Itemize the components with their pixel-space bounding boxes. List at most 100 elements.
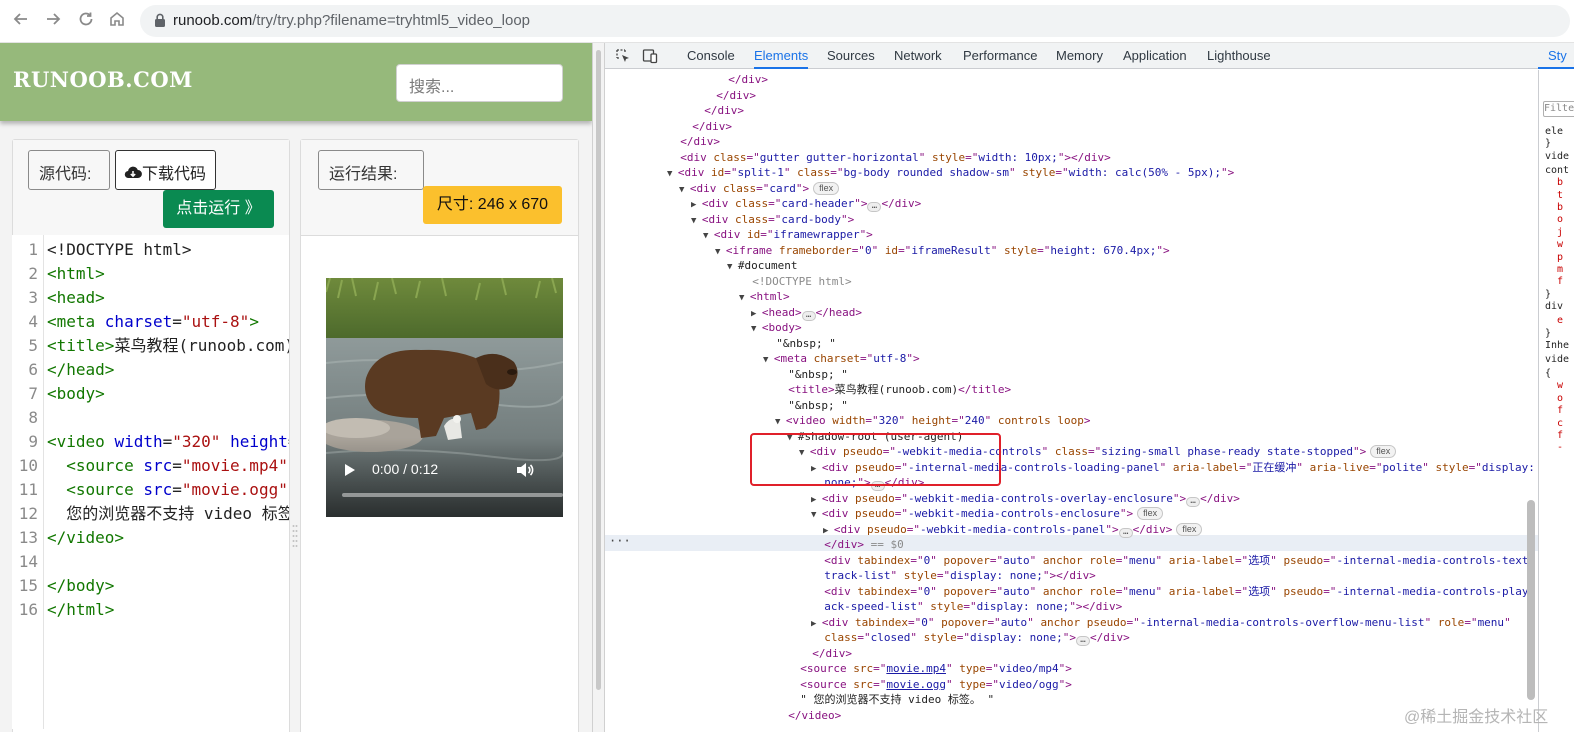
tab-network[interactable]: Network — [894, 43, 942, 69]
more-options-icon[interactable]: ··· — [609, 535, 631, 551]
dom-node-line[interactable]: <div tabindex="0" popover="auto" anchor … — [811, 584, 1535, 600]
dom-node-line[interactable]: ▼ <html> — [739, 289, 790, 305]
expand-triangle-icon[interactable]: ▶ — [811, 495, 822, 505]
collapse-triangle-icon[interactable]: ▼ — [691, 216, 702, 226]
dom-node-line[interactable]: ▼ <meta charset="utf-8"> — [763, 351, 920, 367]
collapse-triangle-icon[interactable]: ▼ — [739, 293, 750, 303]
tab-memory[interactable]: Memory — [1056, 43, 1103, 69]
collapse-triangle-icon[interactable]: ▼ — [727, 262, 738, 272]
site-logo[interactable]: RUNOOB.COM — [13, 67, 193, 92]
reload-icon[interactable] — [75, 10, 97, 32]
dom-node-line[interactable]: class="closed" style="display: none;">… <… — [811, 630, 1130, 646]
dom-node-line[interactable]: ▼ <div class="card"> flex — [679, 181, 840, 197]
collapsed-content-icon[interactable]: … — [1118, 527, 1133, 538]
dom-node-line[interactable]: ▶ <div pseudo="-webkit-media-controls-ov… — [811, 491, 1240, 507]
dom-node-line[interactable]: " 您的浏览器不支持 video 标签。 " — [787, 692, 994, 708]
collapsed-content-icon[interactable]: … — [867, 202, 882, 212]
progress-track[interactable] — [342, 493, 563, 497]
dom-node-line[interactable]: ▼ <video width="320" height="240" contro… — [775, 413, 1091, 429]
elements-tree[interactable]: ··· </div> </div> </div> </div> </div> <… — [605, 70, 1538, 732]
line-number: 10 — [18, 456, 38, 475]
elements-scrollbar[interactable] — [1527, 500, 1535, 700]
dom-node-line[interactable]: ack-speed-list" style="display: none;"><… — [811, 599, 1122, 615]
flex-badge[interactable]: flex — [813, 181, 840, 195]
dom-node-line[interactable]: "&nbsp; " — [763, 336, 836, 352]
collapse-triangle-icon[interactable]: ▼ — [811, 510, 822, 520]
collapse-triangle-icon[interactable]: ▼ — [715, 247, 726, 257]
flex-badge[interactable]: flex — [1176, 522, 1203, 536]
dom-node-line[interactable]: <title>菜鸟教程(runoob.com)</title> — [775, 382, 1011, 398]
flex-badge[interactable]: flex — [1137, 507, 1164, 520]
collapse-triangle-icon[interactable]: ▼ — [751, 324, 762, 334]
video-player[interactable]: 0:00 / 0:12 — [326, 278, 563, 517]
search-input[interactable]: 搜索... — [396, 64, 563, 102]
line-number: 14 — [18, 552, 38, 571]
dom-node-line[interactable]: </div> — [703, 88, 756, 104]
page-scrollbar[interactable] — [596, 50, 601, 690]
styles-filter-input[interactable]: Filte — [1543, 101, 1574, 117]
dom-node-line[interactable]: ▶ <div class="card-header">… </div> — [691, 196, 921, 212]
dom-node-line[interactable]: </div> — [679, 119, 732, 135]
collapse-triangle-icon[interactable]: ▼ — [775, 417, 786, 427]
collapsed-content-icon[interactable]: … — [801, 310, 816, 321]
dom-node-line[interactable]: <div class="gutter gutter-horizontal" st… — [667, 150, 1111, 166]
tab-application[interactable]: Application — [1123, 43, 1187, 69]
dom-node-line[interactable]: ▶ <div tabindex="0" popover="auto" ancho… — [811, 615, 1511, 631]
dom-node-line[interactable]: </div> — [715, 72, 768, 88]
dom-node-line[interactable]: <div tabindex="0" popover="auto" anchor … — [811, 553, 1535, 569]
address-bar[interactable]: runoob.com/try/try.php?filename=tryhtml5… — [140, 5, 1570, 37]
dom-node-line[interactable]: ▶ <head>… </head> — [751, 305, 862, 321]
tab-console[interactable]: Console — [687, 43, 735, 69]
flex-badge[interactable]: flex — [1370, 445, 1397, 458]
tab-lighthouse[interactable]: Lighthouse — [1207, 43, 1271, 69]
collapse-triangle-icon[interactable]: ▼ — [763, 355, 774, 365]
dom-node-line[interactable]: ▼ <body> — [751, 320, 802, 336]
expand-triangle-icon[interactable]: ▶ — [811, 619, 822, 629]
dom-node-line[interactable]: ▼ <div id="iframewrapper"> — [703, 227, 873, 243]
dom-node-line[interactable]: ▼ <iframe frameborder="0" id="iframeResu… — [715, 243, 1170, 259]
highlight-box — [750, 433, 1001, 486]
expand-triangle-icon[interactable]: ▶ — [691, 200, 702, 210]
expand-triangle-icon[interactable]: ▶ — [751, 309, 762, 319]
inspect-element-icon[interactable] — [615, 48, 631, 64]
dom-node-line[interactable]: ▼ <div id="split-1" class="bg-body round… — [667, 165, 1234, 181]
dom-node-line[interactable]: </div> — [799, 646, 852, 662]
dom-node-line[interactable]: ▼ <div class="card-body"> — [691, 212, 854, 228]
styles-pane[interactable]: Filte ele} vide cont b t b o j w p m f} div … — [1538, 70, 1574, 732]
lock-icon — [155, 13, 165, 27]
dom-node-line[interactable]: <!DOCTYPE html> — [739, 274, 851, 290]
download-code-button[interactable]: 下载代码 — [115, 150, 216, 190]
collapsed-content-icon[interactable]: … — [1186, 496, 1201, 507]
dom-node-line[interactable]: "&nbsp; " — [775, 367, 848, 383]
collapse-triangle-icon[interactable]: ▼ — [679, 185, 690, 195]
dom-node-line[interactable]: </div> — [691, 103, 744, 119]
tab-performance[interactable]: Performance — [963, 43, 1037, 69]
volume-icon[interactable] — [516, 462, 534, 478]
forward-icon[interactable] — [42, 10, 64, 32]
home-icon[interactable] — [106, 10, 128, 32]
dom-node-line[interactable]: ▶ <div pseudo="-webkit-media-controls-pa… — [823, 522, 1203, 538]
collapse-triangle-icon[interactable]: ▼ — [703, 231, 714, 241]
split-handle[interactable] — [292, 523, 298, 553]
dom-node-line[interactable]: <source src="movie.mp4" type="video/mp4"… — [787, 661, 1072, 677]
collapsed-content-icon[interactable]: … — [1075, 636, 1090, 646]
dom-node-line[interactable]: <source src="movie.ogg" type="video/ogg"… — [787, 677, 1072, 693]
code-editor[interactable]: 1 <!DOCTYPE html> 2 <html> 3 <head> 4 <meta cha… — [12, 235, 290, 729]
dom-node-line[interactable]: </video> — [775, 708, 841, 724]
run-button[interactable]: 点击运行 》 — [163, 190, 274, 228]
expand-triangle-icon[interactable]: ▶ — [823, 526, 834, 536]
play-icon[interactable] — [344, 463, 356, 477]
dom-node-line[interactable]: </div> == $0 — [811, 537, 904, 553]
dom-node-line[interactable]: track-list" style="display: none;"></div… — [811, 568, 1096, 584]
dom-node-line[interactable]: </div> — [667, 134, 720, 150]
tab-sources[interactable]: Sources — [827, 43, 875, 69]
dom-node-line[interactable]: ▼ <div pseudo="-webkit-media-controls-en… — [811, 506, 1164, 522]
line-number: 8 — [28, 408, 38, 427]
back-icon[interactable] — [10, 10, 32, 32]
dom-node-line[interactable]: ▼ #document — [727, 258, 797, 274]
tab-elements[interactable]: Elements — [754, 43, 809, 69]
device-toolbar-icon[interactable] — [642, 48, 658, 64]
collapse-triangle-icon[interactable]: ▼ — [667, 169, 678, 179]
dom-node-line[interactable]: "&nbsp; " — [775, 398, 848, 414]
tab-styles[interactable]: Sty — [1538, 43, 1574, 69]
